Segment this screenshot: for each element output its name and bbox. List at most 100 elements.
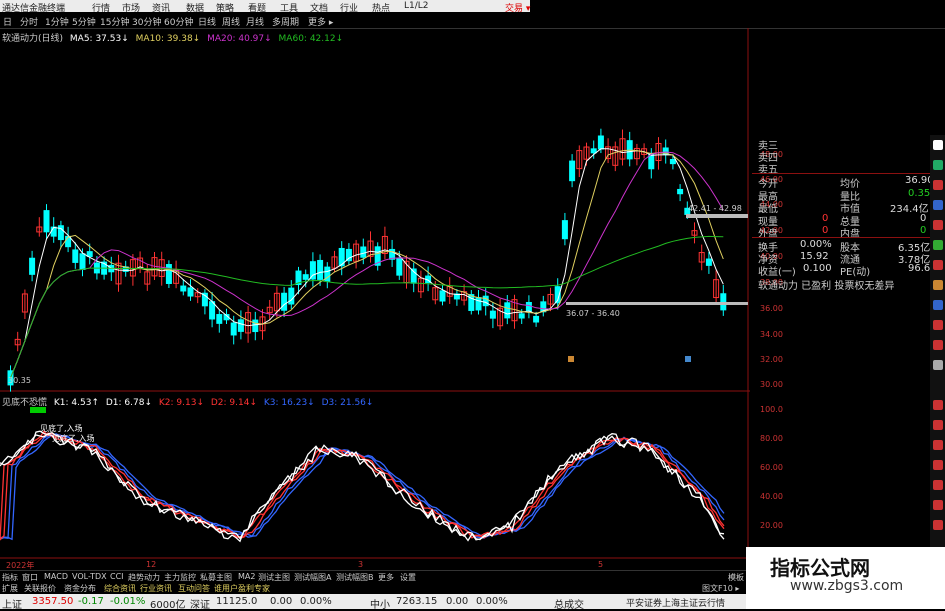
candle-body [525,301,532,312]
tab-fund-distribution[interactable]: 资金分布 [64,583,96,594]
info-icon[interactable] [933,200,943,210]
sub-y-tick: 80.00 [760,434,783,443]
period-day[interactable]: 日 [3,15,12,28]
y-tick: 34.00 [760,330,783,339]
f10-icon[interactable] [933,320,943,330]
kdj-white-line-2 [0,431,725,542]
eps-label: 收益(一) [758,267,796,278]
nav-icon[interactable] [933,460,943,470]
nav-icon[interactable] [933,420,943,430]
sub-y-tick: 40.00 [760,492,783,501]
extension-tabs: 扩展 关联报价 资金分布 综合资讯 行业资讯 互动问答 谁用户盈利专家 图文F1… [0,582,750,594]
flow-icon[interactable] [933,240,943,250]
tab-vol-tdx[interactable]: VOL-TDX [72,572,107,581]
totalvol-value: 0 [920,213,927,224]
turnover-value: 0.00% [800,239,832,250]
period-monthly[interactable]: 月线 [246,15,264,28]
pe-value: 96.6 [908,263,931,274]
data-source: 平安证券上海主证云行情 [626,599,726,609]
candle-body [561,220,568,240]
nav-icon[interactable] [933,500,943,510]
d3-label: D3: 21.56↓ [321,398,374,408]
candle-body [50,226,57,237]
nav-icon[interactable] [933,440,943,450]
kdj-red-line [0,432,725,541]
f10-button[interactable]: 图文F10 ▸ [702,583,739,594]
tab-related-quote[interactable]: 关联报价 [24,583,56,594]
sub-chart-legend: 见底不恐慌 K1: 4.53↑ D1: 6.78↓ K2: 9.13↓ D2: … [2,395,373,408]
kdj-red-line-2 [0,430,725,541]
period-more[interactable]: 更多 ▸ [308,15,333,28]
candle-body [439,290,446,302]
nav-icon[interactable] [933,400,943,410]
ma10-line [10,149,724,379]
candle-body [677,188,684,195]
bottom-signal-bar [30,407,46,413]
tab-cci[interactable]: CCI [110,572,124,581]
period-5min[interactable]: 5分钟 [72,15,96,28]
tab-ma2[interactable]: MA2 [238,572,255,581]
tab-industry-news[interactable]: 行业资讯 [140,583,172,594]
period-15min[interactable]: 15分钟 [100,15,129,28]
x-tick: 5 [598,560,604,569]
candle-body [281,292,288,311]
period-timeshare[interactable]: 分时 [20,15,38,28]
alert-icon[interactable] [933,280,943,290]
volratio-value: 0.35 [908,188,931,199]
bottom-annotation-2: 见底了,入场 [52,434,95,443]
range-lower-label: 36.07 - 36.40 [566,309,620,318]
range-upper-label: 42.41 - 42.98 [688,204,742,213]
candle-body [216,314,223,324]
k2-label: K2: 9.13↓ [158,398,204,408]
tab-extend[interactable]: 扩展 [2,583,18,594]
pe-label: PE(动) [840,267,871,278]
resistance-band [686,214,748,218]
tool-icon[interactable] [933,360,943,370]
rank-icon[interactable] [933,260,943,270]
period-1min[interactable]: 1分钟 [45,15,69,28]
candle-body [209,301,216,320]
zx-index-value: 7263.15 [396,596,438,607]
outer-value: 0 [822,225,829,236]
sell-icon[interactable] [933,160,943,170]
menu-item-l1l2[interactable]: L1/L2 [404,1,429,11]
period-weekly[interactable]: 周线 [222,15,240,28]
candle-body [43,210,50,233]
settings-icon[interactable] [933,300,943,310]
candle-body [569,160,576,182]
tab-macd[interactable]: MACD [44,572,68,581]
sh-index-change: -0.17 [78,596,104,607]
period-daily[interactable]: 日线 [198,15,216,28]
kdj-blue-line [0,433,725,541]
calendar-icon[interactable] [933,340,943,350]
kline-chart[interactable] [0,28,750,570]
inner-value: 0 [920,225,927,236]
candle-body [533,315,540,323]
company-info: 软通动力 已盈利 投票权无差异 [758,281,895,292]
nav-icon[interactable] [933,520,943,530]
period-30min[interactable]: 30分钟 [132,15,161,28]
nav-icon[interactable] [933,480,943,490]
candle-body [518,313,525,319]
kdj-lines [0,430,725,543]
signal-marker-1 [568,356,574,362]
signal-marker-2 [685,356,691,362]
tab-news[interactable]: 综合资讯 [104,583,136,594]
chart-icon[interactable] [933,180,943,190]
news-icon[interactable] [933,220,943,230]
watermark-url: www.zbgs3.com [790,578,904,594]
tab-profit-expert[interactable]: 谁用户盈利专家 [214,583,270,594]
kdj-white-line [0,430,725,543]
candle-body [597,135,604,150]
candle-body [72,249,79,263]
candle-body [720,293,727,311]
candle-body [489,310,496,319]
sub-y-tick: 20.00 [760,521,783,530]
eps-value: 0.100 [803,263,832,274]
buy-icon[interactable] [933,140,943,150]
watermark-title: 指标公式网 [770,556,870,580]
sz-index-value: 11125.0 [216,596,258,607]
tab-qa[interactable]: 互动问答 [178,583,210,594]
period-60min[interactable]: 60分钟 [164,15,193,28]
period-multi[interactable]: 多周期 [272,15,299,28]
